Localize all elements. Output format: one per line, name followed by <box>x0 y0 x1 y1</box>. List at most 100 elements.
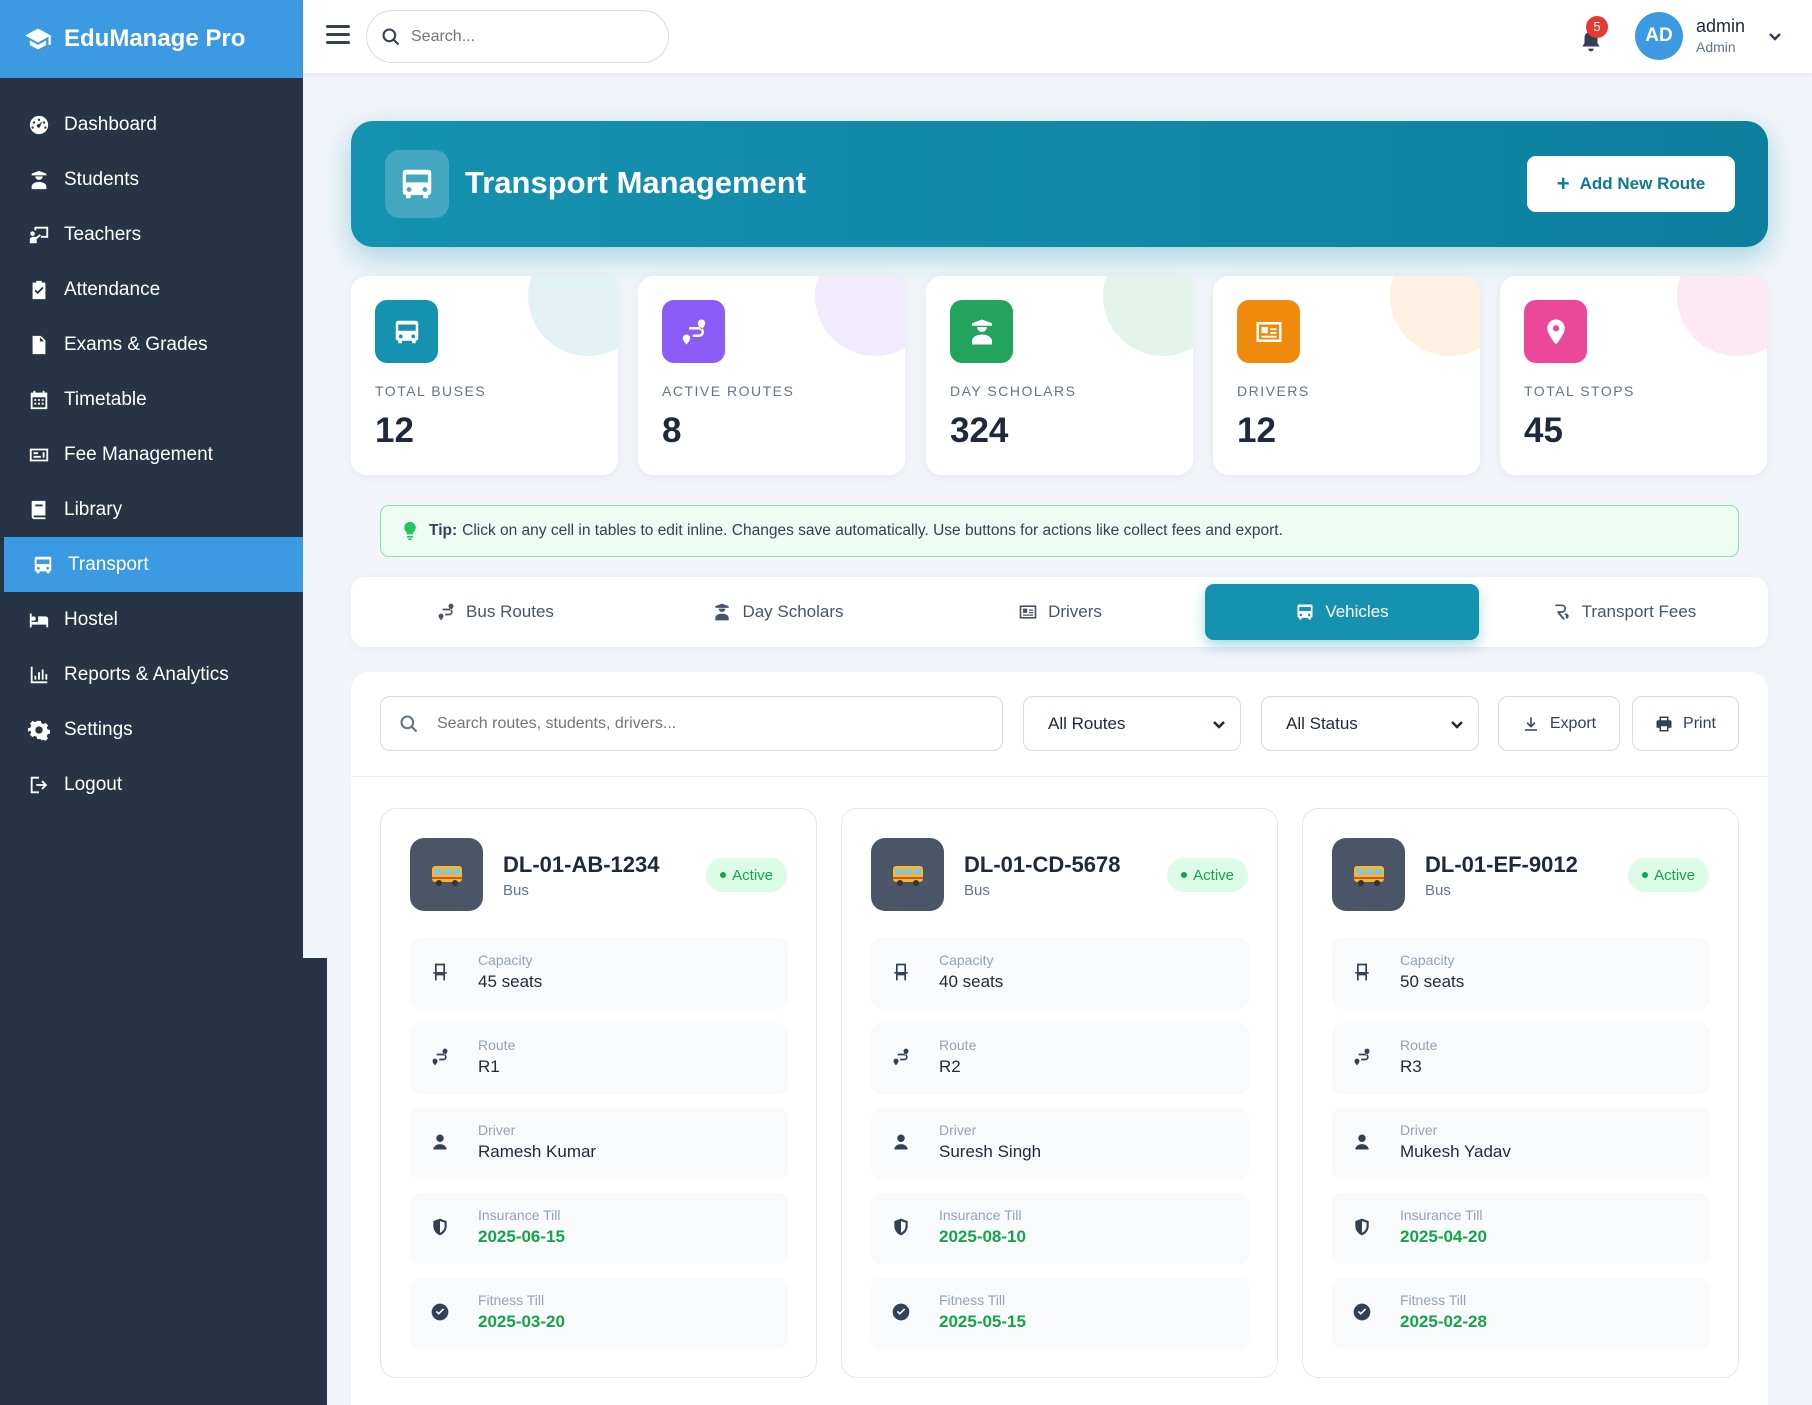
driver-field[interactable]: Driver Suresh Singh <box>871 1108 1249 1179</box>
field-value: R1 <box>478 1057 500 1076</box>
sidebar-item-label: Reports & Analytics <box>64 663 229 685</box>
chevron-down-icon <box>1212 716 1226 730</box>
tab-transport-fees[interactable]: Transport Fees <box>1487 584 1761 640</box>
field-value: Mukesh Yadav <box>1400 1142 1511 1161</box>
sidebar-item-label: Exams & Grades <box>64 333 208 355</box>
sidebar-item-reports[interactable]: Reports & Analytics <box>0 647 303 702</box>
insurance-field[interactable]: Insurance Till 2025-06-15 <box>410 1193 788 1264</box>
sidebar-item-attendance[interactable]: Attendance <box>0 262 303 317</box>
field-label: Capacity <box>1400 952 1455 968</box>
tab-vehicles[interactable]: Vehicles <box>1205 584 1479 640</box>
check-circle-icon <box>430 1302 450 1324</box>
vehicle-card[interactable]: DL-01-EF-9012 Bus Active Capacity 50 sea… <box>1302 808 1739 1378</box>
capacity-field[interactable]: Capacity 50 seats <box>1332 938 1710 1009</box>
notifications-button[interactable]: 5 <box>1578 16 1608 52</box>
field-label: Insurance Till <box>1400 1207 1483 1223</box>
sidebar-item-dashboard[interactable]: Dashboard <box>0 97 303 152</box>
driver-field[interactable]: Driver Ramesh Kumar <box>410 1108 788 1179</box>
tab-label: Vehicles <box>1325 602 1389 621</box>
global-search-input[interactable] <box>411 27 631 46</box>
download-icon <box>1524 716 1537 731</box>
sidebar: EduManage Pro Dashboard Students Teacher… <box>0 0 303 958</box>
filter-search[interactable] <box>380 696 1003 751</box>
top-bar: 5 AD admin Admin <box>303 0 1812 73</box>
sidebar-item-timetable[interactable]: Timetable <box>0 372 303 427</box>
avatar[interactable]: AD <box>1635 12 1683 60</box>
status-badge: Active <box>706 858 787 892</box>
fitness-field[interactable]: Fitness Till 2025-02-28 <box>1332 1278 1710 1349</box>
sidebar-item-fee-management[interactable]: Fee Management <box>0 427 303 482</box>
fitness-field[interactable]: Fitness Till 2025-03-20 <box>410 1278 788 1349</box>
capacity-field[interactable]: Capacity 40 seats <box>871 938 1249 1009</box>
rupee-icon <box>1555 604 1569 620</box>
stat-value: 324 <box>950 411 1009 450</box>
user-name[interactable]: admin <box>1696 16 1745 37</box>
tab-drivers[interactable]: Drivers <box>923 584 1197 640</box>
page-header-banner: Transport Management + Add New Route <box>351 121 1768 247</box>
sidebar-item-library[interactable]: Library <box>0 482 303 537</box>
driver-field[interactable]: Driver Mukesh Yadav <box>1332 1108 1710 1179</box>
route-field[interactable]: Route R1 <box>410 1023 788 1094</box>
routes-select[interactable]: All Routes <box>1023 696 1241 751</box>
stat-value: 12 <box>375 411 414 450</box>
insurance-field[interactable]: Insurance Till 2025-04-20 <box>1332 1193 1710 1264</box>
search-icon <box>400 714 418 732</box>
stat-card-day-scholars: DAY SCHOLARS 324 <box>926 276 1193 475</box>
shield-icon <box>891 1217 911 1239</box>
stat-value: 45 <box>1524 411 1563 450</box>
vehicles-panel: All Routes All Status Export Print DL-01… <box>351 672 1768 1405</box>
field-label: Insurance Till <box>478 1207 561 1223</box>
sidebar-item-logout[interactable]: Logout <box>0 757 303 812</box>
gear-icon <box>28 720 50 741</box>
sidebar-item-teachers[interactable]: Teachers <box>0 207 303 262</box>
user-icon <box>1352 1132 1372 1154</box>
bus-icon <box>375 300 438 363</box>
global-search[interactable] <box>366 10 669 63</box>
route-icon <box>662 300 725 363</box>
route-field[interactable]: Route R2 <box>871 1023 1249 1094</box>
chart-icon <box>30 666 48 683</box>
user-menu-chevron-icon[interactable] <box>1767 28 1783 44</box>
sidebar-item-hostel[interactable]: Hostel <box>0 592 303 647</box>
sidebar-item-settings[interactable]: Settings <box>0 702 303 757</box>
field-label: Capacity <box>478 952 533 968</box>
stat-card-total-buses: TOTAL BUSES 12 <box>351 276 618 475</box>
logout-icon <box>30 776 48 793</box>
vehicle-card[interactable]: DL-01-CD-5678 Bus Active Capacity 40 sea… <box>841 808 1278 1378</box>
tab-bus-routes[interactable]: Bus Routes <box>358 584 632 640</box>
print-button[interactable]: Print <box>1632 696 1739 751</box>
tab-label: Transport Fees <box>1581 602 1697 621</box>
sidebar-item-exams[interactable]: Exams & Grades <box>0 317 303 372</box>
route-field[interactable]: Route R3 <box>1332 1023 1710 1094</box>
tip-text: Click on any cell in tables to edit inli… <box>462 522 1283 539</box>
export-button[interactable]: Export <box>1498 696 1620 751</box>
field-label: Driver <box>478 1122 516 1138</box>
tab-day-scholars[interactable]: Day Scholars <box>641 584 915 640</box>
status-select[interactable]: All Status <box>1261 696 1479 751</box>
tab-label: Day Scholars <box>742 602 844 621</box>
bus-icon <box>410 838 483 911</box>
fitness-field[interactable]: Fitness Till 2025-05-15 <box>871 1278 1249 1349</box>
plus-icon: + <box>1556 171 1570 196</box>
vehicle-card[interactable]: DL-01-AB-1234 Bus Active Capacity 45 sea… <box>380 808 817 1378</box>
bus-icon <box>1332 838 1405 911</box>
add-new-route-button[interactable]: + Add New Route <box>1527 156 1735 212</box>
student-icon <box>715 603 730 621</box>
field-label: Route <box>478 1037 516 1053</box>
capacity-field[interactable]: Capacity 45 seats <box>410 938 788 1009</box>
stat-label: DRIVERS <box>1237 383 1310 399</box>
insurance-field[interactable]: Insurance Till 2025-08-10 <box>871 1193 1249 1264</box>
tab-label: Drivers <box>1048 602 1102 621</box>
filter-search-input[interactable] <box>437 714 977 733</box>
brand-logo[interactable]: EduManage Pro <box>0 0 303 78</box>
sidebar-item-label: Teachers <box>64 223 142 245</box>
sidebar-item-students[interactable]: Students <box>0 152 303 207</box>
sidebar-item-label: Attendance <box>64 278 161 300</box>
menu-toggle-icon[interactable] <box>326 25 350 47</box>
vehicle-plate: DL-01-CD-5678 <box>964 852 1121 877</box>
field-label: Fitness Till <box>1400 1292 1467 1308</box>
student-icon <box>31 170 47 189</box>
chair-icon <box>1352 962 1372 984</box>
field-value: 2025-06-15 <box>478 1227 565 1246</box>
sidebar-item-transport[interactable]: Transport <box>4 537 303 592</box>
